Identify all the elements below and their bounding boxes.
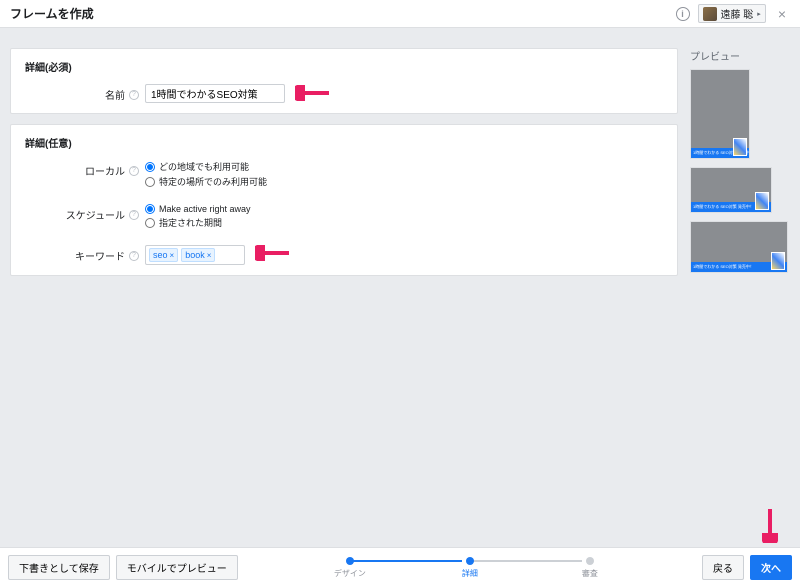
step-design[interactable]: デザイン [290,557,410,579]
schedule-label: スケジュール ? [25,204,145,222]
annotation-arrow-icon [762,507,778,543]
preview-thumb-portrait[interactable]: 1時間でわかる SEO対策 発売中！ [690,69,750,159]
main-content: 詳細(必須) 名前 ? 詳細(任意) ローカル ? [0,28,800,286]
step-dot-icon [586,557,594,565]
name-input[interactable] [145,84,285,103]
user-chip[interactable]: 遠藤 聡 ▸ [698,4,766,23]
local-label: ローカル ? [25,160,145,178]
schedule-radios: Make active right away 指定された期間 [145,204,663,231]
schedule-radio-period[interactable]: 指定された期間 [145,216,663,229]
step-dot-icon [466,557,474,565]
step-dot-icon [346,557,354,565]
stepper: デザイン 詳細 審査 [238,557,702,579]
optional-panel: 詳細(任意) ローカル ? どの地域でも利用可能 特定の場所でのみ利用可能 スケ… [10,124,678,276]
keyword-tag[interactable]: book× [181,248,215,262]
info-icon[interactable]: i [676,7,690,21]
schedule-radio-now[interactable]: Make active right away [145,204,663,214]
footer-right: 戻る 次へ [702,555,792,580]
local-radio-specific[interactable]: 特定の場所でのみ利用可能 [145,175,663,188]
field-local-row: ローカル ? どの地域でも利用可能 特定の場所でのみ利用可能 [25,160,663,190]
keyword-label: キーワード ? [25,245,145,263]
preview-title: プレビュー [690,48,790,63]
step-details[interactable]: 詳細 [410,557,530,579]
user-name: 遠藤 聡 [721,6,754,21]
mobile-preview-button[interactable]: モバイルでプレビュー [116,555,238,580]
annotation-arrow-icon [255,245,291,261]
field-keyword-row: キーワード ? seo× book× [25,245,663,265]
field-name-row: 名前 ? [25,84,663,103]
header: フレームを作成 i 遠藤 聡 ▸ × [0,0,800,28]
step-line: デザイン 詳細 審査 [290,557,650,579]
close-icon[interactable]: × [774,6,790,22]
chevron-down-icon: ▸ [757,10,761,18]
preview-thumb-wide[interactable]: 1時間でわかる SEO対策 発売中！ [690,221,788,273]
form-column: 詳細(必須) 名前 ? 詳細(任意) ローカル ? [10,48,678,286]
local-radio-anywhere[interactable]: どの地域でも利用可能 [145,160,663,173]
help-icon[interactable]: ? [129,251,139,261]
annotation-arrow-icon [295,85,331,101]
help-icon[interactable]: ? [129,166,139,176]
required-panel-title: 詳細(必須) [25,59,663,74]
required-panel: 詳細(必須) 名前 ? [10,48,678,114]
footer: 下書きとして保存 モバイルでプレビュー デザイン 詳細 審査 戻る 次へ [0,547,800,587]
preview-thumb-landscape[interactable]: 1時間でわかる SEO対策 発売中！ [690,167,772,213]
footer-left: 下書きとして保存 モバイルでプレビュー [8,555,238,580]
local-radios: どの地域でも利用可能 特定の場所でのみ利用可能 [145,160,663,190]
avatar [703,7,717,21]
next-button[interactable]: 次へ [750,555,792,580]
keyword-tag[interactable]: seo× [149,248,178,262]
name-control [145,84,663,103]
back-button[interactable]: 戻る [702,555,744,580]
step-review[interactable]: 審査 [530,557,650,579]
preview-banner-image [771,252,785,270]
keyword-control: seo× book× [145,245,663,265]
optional-panel-title: 詳細(任意) [25,135,663,150]
preview-banner-image [733,138,747,156]
save-draft-button[interactable]: 下書きとして保存 [8,555,110,580]
tag-remove-icon[interactable]: × [207,251,212,260]
preview-column: プレビュー 1時間でわかる SEO対策 発売中！ 1時間でわかる SEO対策 発… [690,48,790,286]
field-schedule-row: スケジュール ? Make active right away 指定された期間 [25,204,663,231]
header-right: i 遠藤 聡 ▸ × [676,4,790,23]
page-title: フレームを作成 [10,5,94,22]
tag-remove-icon[interactable]: × [170,251,175,260]
preview-banner-image [755,192,769,210]
help-icon[interactable]: ? [129,210,139,220]
help-icon[interactable]: ? [129,90,139,100]
name-label: 名前 ? [25,84,145,102]
keyword-input[interactable]: seo× book× [145,245,245,265]
